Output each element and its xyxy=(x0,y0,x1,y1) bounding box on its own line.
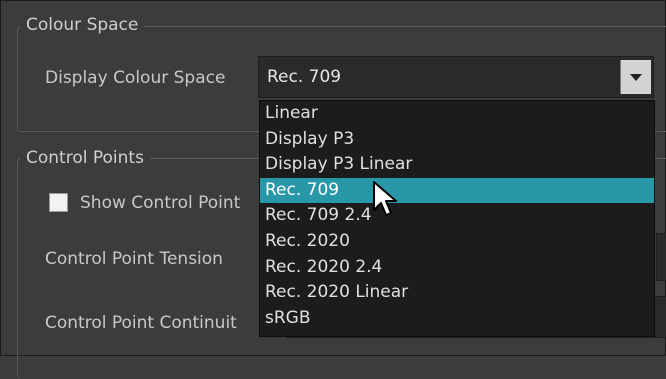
colour-space-dropdown-list[interactable]: Linear Display P3 Display P3 Linear Rec.… xyxy=(259,100,655,337)
dropdown-option-rec2020-2-4[interactable]: Rec. 2020 2.4 xyxy=(260,255,654,281)
show-control-points-checkbox[interactable] xyxy=(49,193,68,212)
dropdown-option-linear[interactable]: Linear xyxy=(260,101,654,127)
dropdown-option-rec709[interactable]: Rec. 709 xyxy=(260,177,654,204)
dropdown-option-rec709-2-4[interactable]: Rec. 709 2.4 xyxy=(260,203,654,229)
display-colour-space-combo[interactable]: Rec. 709 xyxy=(258,56,654,98)
combo-selected-value: Rec. 709 xyxy=(267,67,342,87)
dropdown-option-rec2020-linear[interactable]: Rec. 2020 Linear xyxy=(260,280,654,306)
mouse-pointer-icon xyxy=(373,181,397,216)
colour-space-title: Colour Space xyxy=(20,15,145,35)
chevron-down-icon[interactable] xyxy=(620,60,651,94)
dropdown-option-srgb[interactable]: sRGB xyxy=(260,306,654,332)
dropdown-option-rec2020[interactable]: Rec. 2020 xyxy=(260,229,654,255)
show-control-points-label: Show Control Point xyxy=(80,193,241,213)
display-colour-space-label: Display Colour Space xyxy=(45,68,226,88)
dropdown-option-display-p3[interactable]: Display P3 xyxy=(260,127,654,153)
dropdown-option-display-p3-linear[interactable]: Display P3 Linear xyxy=(260,152,654,178)
control-point-tension-field[interactable] xyxy=(656,233,666,281)
control-point-continuity-label: Control Point Continuit xyxy=(45,313,237,333)
control-point-tension-label: Control Point Tension xyxy=(45,249,223,269)
control-points-title: Control Points xyxy=(20,148,150,168)
